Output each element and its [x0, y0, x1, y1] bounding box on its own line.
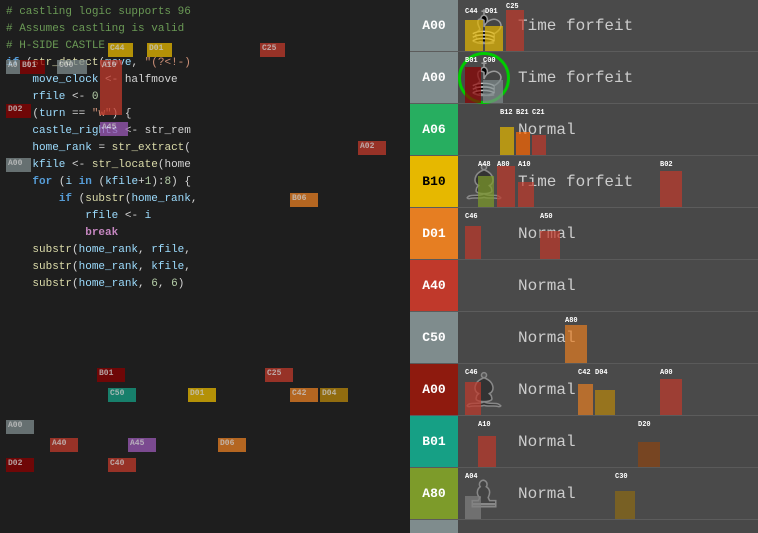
row-label-d01: D01 — [410, 208, 458, 259]
block-d06: D06 — [218, 438, 246, 452]
row-status-a00-3: Normal — [510, 381, 758, 399]
row-status-d01: Normal — [510, 225, 758, 243]
row-label-b01: B01 — [410, 416, 458, 467]
row-status-a40: Normal — [510, 277, 758, 295]
bar-label-d04: D04 — [595, 369, 608, 377]
chess-row-a00-2: A00 Time forfeit B01 C00 — [410, 52, 758, 104]
block-b01-bot: B01 — [97, 368, 125, 382]
row-label-a00-2: A00 — [410, 52, 458, 103]
row-status-c50: Normal — [510, 329, 758, 347]
code-editor: # castling logic supports 96 # Assumes c… — [0, 0, 410, 533]
bar-label-d20: D20 — [638, 421, 651, 429]
chess-piece-king-2 — [458, 52, 510, 104]
chess-row-a06: A06 Normal B12 B21 C21 — [410, 104, 758, 156]
block-c40: C40 — [108, 458, 136, 472]
chess-piece-bishop-2 — [458, 364, 510, 416]
bar-label-a00-r8: A00 — [660, 369, 673, 377]
row-status-b10: Time forfeit — [510, 173, 758, 191]
right-panel: A00 Time forfeit C44 D01 C25 A00 — [410, 0, 758, 533]
chess-row-a80: A80 Normal A04 C30 — [410, 468, 758, 520]
chess-row-b01: B01 Normal A10 D20 — [410, 416, 758, 468]
chess-piece-empty-1 — [458, 104, 510, 156]
row-status-a00-2: Time forfeit — [510, 69, 758, 87]
row-status-a80: Normal — [510, 485, 758, 503]
row-label-b10: B10 — [410, 156, 458, 207]
bar-label-c42: C42 — [578, 369, 591, 377]
block-c25-bot: C25 — [265, 368, 293, 382]
block-c42: C42 — [290, 388, 318, 402]
code-text: # castling logic supports 96 # Assumes c… — [0, 0, 410, 297]
row-label-a06: A06 — [410, 104, 458, 155]
row-status-a00-1: Time forfeit — [510, 17, 758, 35]
chess-piece-king-1 — [458, 0, 510, 52]
circle-indicator — [458, 52, 510, 104]
bar-label-b02-r4: B02 — [660, 161, 673, 169]
row-status-a06: Normal — [510, 121, 758, 139]
chess-piece-empty-2 — [458, 208, 510, 260]
bar-label-a10-r4: A10 — [518, 161, 531, 169]
block-d04: D04 — [320, 388, 348, 402]
chess-piece-empty-5 — [458, 416, 510, 468]
block-a40: A40 — [50, 438, 78, 452]
block-d02-bot: D02 — [6, 458, 34, 472]
block-c50-bot: C50 — [108, 388, 136, 402]
block-a45-bot: A45 — [128, 438, 156, 452]
row-label-a40: A40 — [410, 260, 458, 311]
row-label-a84: A84 — [410, 520, 458, 533]
bar-label-a50: A50 — [540, 213, 553, 221]
chess-piece-bishop-1 — [458, 156, 510, 208]
chess-row-a00-1: A00 Time forfeit C44 D01 C25 — [410, 0, 758, 52]
bar-label-c21: C21 — [532, 109, 545, 117]
chess-row-d01: D01 Normal C46 A50 — [410, 208, 758, 260]
chess-piece-empty-6 — [458, 520, 510, 533]
chess-row-a00-3: A00 Normal C46 C42 D04 A00 — [410, 364, 758, 416]
chess-piece-empty-4 — [458, 312, 510, 364]
row-label-a80: A80 — [410, 468, 458, 519]
bar-label-b21: B21 — [516, 109, 529, 117]
row-label-a00-1: A00 — [410, 0, 458, 51]
bar-label-a80-r7: A80 — [565, 317, 578, 325]
row-label-c50: C50 — [410, 312, 458, 363]
chess-piece-pawn-1 — [458, 468, 510, 520]
block-a00-bot: A00 — [6, 420, 34, 434]
chess-row-b10: B10 Time forfeit A48 A80 B02 A10 — [410, 156, 758, 208]
row-status-b01: Normal — [510, 433, 758, 451]
chess-row-c50: C50 Normal A80 — [410, 312, 758, 364]
chess-row-a84: A84 Normal — [410, 520, 758, 533]
chess-row-a40: A40 Normal — [410, 260, 758, 312]
row-label-a00-3: A00 — [410, 364, 458, 415]
bar-label-c30: C30 — [615, 473, 628, 481]
block-d01-bot: D01 — [188, 388, 216, 402]
chess-piece-empty-3 — [458, 260, 510, 312]
